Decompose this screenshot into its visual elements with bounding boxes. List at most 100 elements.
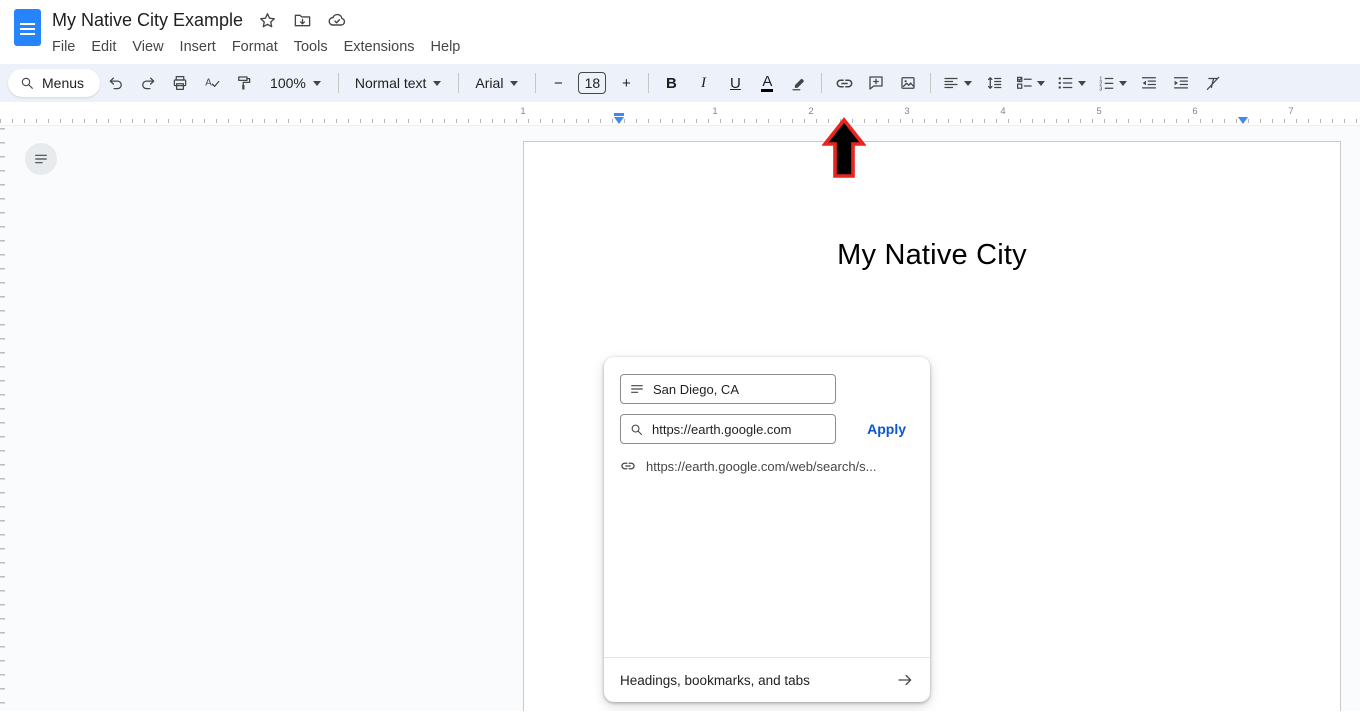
link-text-field[interactable] (620, 374, 836, 404)
menu-file[interactable]: File (44, 36, 83, 58)
toolbar-divider (821, 73, 822, 93)
svg-text:A: A (205, 77, 212, 88)
bulleted-list-icon (1056, 74, 1074, 92)
decrease-font-size-button[interactable]: − (542, 69, 574, 97)
undo-button[interactable] (100, 69, 132, 97)
caret-down-icon (963, 79, 973, 87)
checklist-select[interactable] (1010, 69, 1051, 97)
increase-indent-icon (1172, 74, 1190, 92)
bulleted-list-select[interactable] (1051, 69, 1092, 97)
move-folder-icon[interactable] (291, 9, 313, 31)
redo-icon (139, 74, 157, 92)
left-indent-marker[interactable] (614, 113, 624, 124)
bold-button[interactable]: B (655, 69, 687, 97)
menu-view[interactable]: View (124, 36, 171, 58)
outline-icon (33, 151, 49, 167)
link-suggestion-item[interactable]: https://earth.google.com/web/search/s... (620, 458, 914, 474)
link-icon (620, 458, 636, 474)
zoom-value: 100% (270, 75, 306, 91)
menubar: File Edit View Insert Format Tools Exten… (44, 36, 468, 58)
highlighter-icon (790, 74, 808, 92)
redo-button[interactable] (132, 69, 164, 97)
vertical-ruler-ticks (0, 128, 5, 711)
line-spacing-button[interactable] (978, 69, 1010, 97)
menus-label: Menus (42, 75, 84, 91)
increase-indent-button[interactable] (1165, 69, 1197, 97)
text-lines-icon (629, 381, 645, 397)
caret-down-icon (1036, 79, 1046, 87)
menu-tools[interactable]: Tools (286, 36, 336, 58)
menu-edit[interactable]: Edit (83, 36, 124, 58)
font-family-select[interactable]: Arial (465, 69, 529, 97)
footer-label: Headings, bookmarks, and tabs (620, 673, 810, 688)
docs-logo-icon[interactable] (14, 9, 41, 46)
show-outline-button[interactable] (25, 143, 57, 175)
doc-heading-text: My Native City (524, 239, 1340, 272)
ruler-number: 4 (1000, 106, 1005, 117)
highlight-color-button[interactable] (783, 69, 815, 97)
insert-link-button[interactable] (828, 69, 860, 97)
numbered-list-icon: 123 (1097, 74, 1115, 92)
right-indent-marker[interactable] (1238, 117, 1248, 124)
paint-format-button[interactable] (228, 69, 260, 97)
link-url-field[interactable] (620, 414, 836, 444)
cloud-status-icon[interactable] (326, 9, 348, 31)
numbered-list-select[interactable]: 123 (1092, 69, 1133, 97)
google-docs-app: My Native City Example File Edit View In… (0, 0, 1360, 711)
link-icon (835, 74, 854, 93)
menu-help[interactable]: Help (423, 36, 469, 58)
undo-icon (107, 74, 125, 92)
spellcheck-button[interactable]: A (196, 69, 228, 97)
align-select[interactable] (937, 69, 978, 97)
text-color-button[interactable]: A (751, 69, 783, 97)
caret-down-icon (509, 79, 519, 87)
decrease-indent-button[interactable] (1133, 69, 1165, 97)
increase-font-size-button[interactable]: + (610, 69, 642, 97)
ruler-number: 7 (1288, 106, 1293, 117)
headings-bookmarks-tabs-row[interactable]: Headings, bookmarks, and tabs (604, 657, 930, 702)
add-comment-button[interactable] (860, 69, 892, 97)
insert-image-button[interactable] (892, 69, 924, 97)
suggestion-url-text: https://earth.google.com/web/search/s... (646, 459, 877, 474)
search-icon (629, 422, 644, 437)
menu-format[interactable]: Format (224, 36, 286, 58)
ruler-number: 6 (1192, 106, 1197, 117)
horizontal-ruler[interactable]: 1 1 2 3 4 5 6 7 (0, 102, 1360, 126)
apply-button[interactable]: Apply (859, 415, 914, 443)
header: My Native City Example File Edit View In… (0, 0, 1360, 64)
insert-image-icon (899, 74, 917, 92)
align-left-icon (942, 74, 960, 92)
spellcheck-icon: A (203, 74, 221, 92)
print-button[interactable] (164, 69, 196, 97)
paint-format-icon (235, 74, 253, 92)
link-text-input[interactable] (653, 382, 827, 397)
paragraph-style-value: Normal text (355, 75, 427, 91)
toolbar-divider (338, 73, 339, 93)
clear-formatting-button[interactable] (1197, 69, 1229, 97)
font-family-value: Arial (475, 75, 503, 91)
font-size-input[interactable]: 18 (578, 72, 606, 94)
zoom-select[interactable]: 100% (260, 69, 332, 97)
italic-button[interactable]: I (687, 69, 719, 97)
document-title-input[interactable]: My Native City Example (52, 10, 243, 31)
paragraph-style-select[interactable]: Normal text (345, 69, 453, 97)
link-url-input[interactable] (652, 422, 827, 437)
menu-insert[interactable]: Insert (172, 36, 224, 58)
underline-button[interactable]: U (719, 69, 751, 97)
ruler-number: 3 (904, 106, 909, 117)
clear-formatting-icon (1204, 74, 1222, 92)
ruler-number: 5 (1096, 106, 1101, 117)
first-line-indent-marker[interactable] (614, 113, 624, 116)
menu-extensions[interactable]: Extensions (336, 36, 423, 58)
toolbar-divider (648, 73, 649, 93)
star-icon[interactable] (256, 9, 278, 31)
caret-down-icon (312, 79, 322, 87)
caret-down-icon (432, 79, 442, 87)
add-comment-icon (867, 74, 885, 92)
menus-search-button[interactable]: Menus (8, 69, 100, 97)
ruler-number: 1 (712, 106, 717, 117)
toolbar-divider (535, 73, 536, 93)
toolbar: Menus A 100% Normal text Arial (0, 64, 1360, 102)
toolbar-divider (930, 73, 931, 93)
document-area: My Native City Apply https://earth.googl… (0, 126, 1360, 711)
